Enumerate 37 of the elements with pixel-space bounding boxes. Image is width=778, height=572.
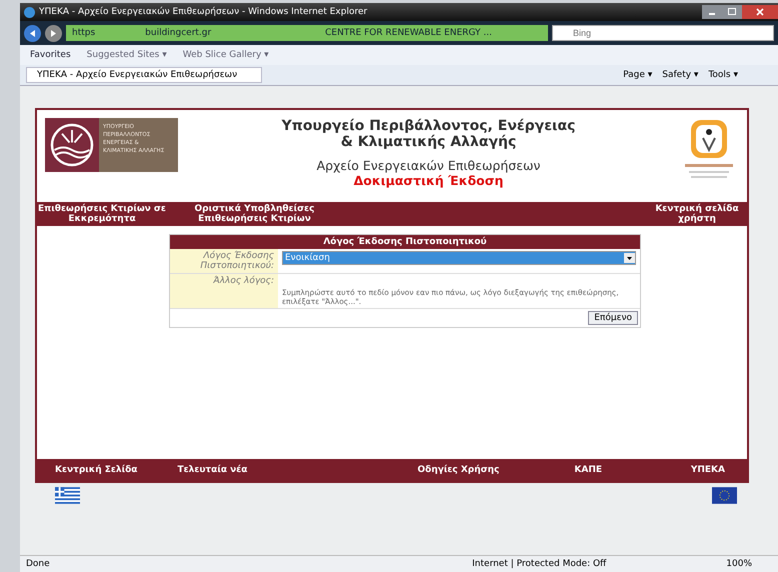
- browser-icon: [24, 6, 35, 18]
- footer-link[interactable]: ΚΑΠΕ: [574, 465, 602, 475]
- browser-tab[interactable]: ΥΠΕΚΑ - Αρχείο Ενεργειακών Επιθεωρήσεων: [26, 67, 262, 83]
- search-field[interactable]: Bing: [552, 25, 774, 41]
- ministry-title: & Κλιματικής Αλλαγής: [340, 134, 516, 150]
- minimize-button[interactable]: [702, 5, 722, 19]
- footer-link[interactable]: Κεντρική Σελίδα: [55, 465, 138, 475]
- footer-link[interactable]: Τελευταία νέα: [177, 465, 248, 475]
- address-field[interactable]: https buildingcert.gr CENTRE FOR RENEWABLE ENERGY ...: [66, 25, 548, 41]
- form-heading: Λόγος Έκδοσης Πιστοποιητικού: [170, 235, 640, 249]
- greek-flag-icon: [55, 487, 80, 504]
- nav-link[interactable]: Οριστικά Υποβληθείσες Επιθεωρήσεις Κτιρίων: [167, 204, 342, 224]
- edition-label: Δοκιμαστική Έκδοση: [354, 173, 504, 188]
- back-button[interactable]: [24, 24, 41, 42]
- command-menu[interactable]: Safety ▾: [662, 70, 698, 80]
- close-button[interactable]: [742, 5, 778, 19]
- command-menu[interactable]: Tools ▾: [708, 70, 738, 80]
- archive-title: Αρχείο Ενεργειακών Επιθεωρήσεων: [316, 158, 540, 173]
- window-title: ΥΠΕΚΑ - Αρχείο Ενεργειακών Επιθεωρήσεων - Windows Internet Explorer: [39, 7, 368, 17]
- field-label: Λόγος Έκδοσης Πιστοποιητικού:: [170, 249, 278, 273]
- command-menu[interactable]: Page ▾: [623, 70, 652, 80]
- nav-link[interactable]: Κεντρική σελίδα χρήστη: [647, 204, 747, 224]
- nav-link[interactable]: Επιθεωρήσεις Κτιρίων σε Εκκρεμότητα: [37, 204, 167, 224]
- footer-link[interactable]: Οδηγίες Χρήσης: [417, 465, 500, 475]
- maximize-button[interactable]: [722, 5, 742, 19]
- security-zone: Internet | Protected Mode: Off: [472, 559, 606, 569]
- favorites-bar-item[interactable]: Web Slice Gallery ▾: [182, 50, 269, 60]
- ministry-title: Υπουργείο Περιβάλλοντος, Ενέργειας: [282, 118, 576, 134]
- next-button[interactable]: Επόμενο: [588, 311, 638, 325]
- favorites-bar-item[interactable]: Suggested Sites ▾: [86, 50, 167, 60]
- status-text: Done: [26, 559, 50, 569]
- field-label: Άλλος λόγος:: [170, 274, 278, 308]
- favorites-bar-item[interactable]: Favorites: [30, 50, 71, 60]
- zoom-control[interactable]: 100%: [726, 559, 752, 569]
- forward-button[interactable]: [45, 24, 62, 42]
- footer-link[interactable]: ΥΠΕΚΑ: [690, 465, 725, 475]
- eu-flag-icon: [712, 487, 737, 504]
